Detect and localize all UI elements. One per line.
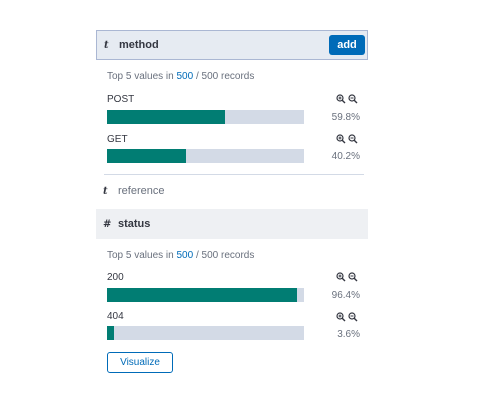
magnify-minus-icon[interactable] <box>348 272 358 285</box>
filter-buttons <box>336 134 358 147</box>
magnify-plus-icon[interactable] <box>336 134 346 147</box>
divider <box>104 174 364 175</box>
top-values-summary: Top 5 values in 500 / 500 records <box>107 71 255 82</box>
field-name: reference <box>118 185 165 197</box>
top-values-summary: Top 5 values in 500 / 500 records <box>107 250 255 261</box>
field-reference-header[interactable]: t reference <box>96 176 368 206</box>
value-label: GET <box>107 134 128 145</box>
filter-buttons <box>336 94 358 107</box>
value-bar <box>107 110 304 124</box>
value-label: POST <box>107 94 135 105</box>
magnify-minus-icon[interactable] <box>348 94 358 107</box>
number-type-icon: # <box>103 218 112 230</box>
value-percent: 40.2% <box>331 151 360 162</box>
string-type-icon: t <box>104 39 109 51</box>
magnify-minus-icon[interactable] <box>348 312 358 325</box>
value-label: 200 <box>107 272 124 283</box>
value-percent: 59.8% <box>331 112 360 123</box>
add-button[interactable]: add <box>329 35 365 55</box>
value-bar-fill <box>107 110 225 124</box>
field-name: method <box>119 39 159 51</box>
magnify-plus-icon[interactable] <box>336 272 346 285</box>
value-bar-fill <box>107 149 187 163</box>
string-type-icon: t <box>103 185 108 197</box>
magnify-plus-icon[interactable] <box>336 312 346 325</box>
filter-buttons <box>336 272 358 285</box>
value-percent: 3.6% <box>337 329 360 340</box>
value-bar-fill <box>107 288 297 302</box>
value-label: 404 <box>107 311 124 322</box>
field-status-header[interactable]: # status <box>96 209 368 239</box>
value-bar <box>107 326 304 340</box>
visualize-button[interactable]: Visualize <box>107 352 173 373</box>
filter-buttons <box>336 312 358 325</box>
value-bar-fill <box>107 326 115 340</box>
value-bar <box>107 149 304 163</box>
magnify-plus-icon[interactable] <box>336 94 346 107</box>
magnify-minus-icon[interactable] <box>348 134 358 147</box>
field-method-header[interactable]: t method add <box>96 30 368 60</box>
field-details-panel: t method add Top 5 values in 500 / 500 r… <box>96 22 368 380</box>
value-bar <box>107 288 304 302</box>
field-name: status <box>118 218 151 230</box>
value-percent: 96.4% <box>331 290 360 301</box>
